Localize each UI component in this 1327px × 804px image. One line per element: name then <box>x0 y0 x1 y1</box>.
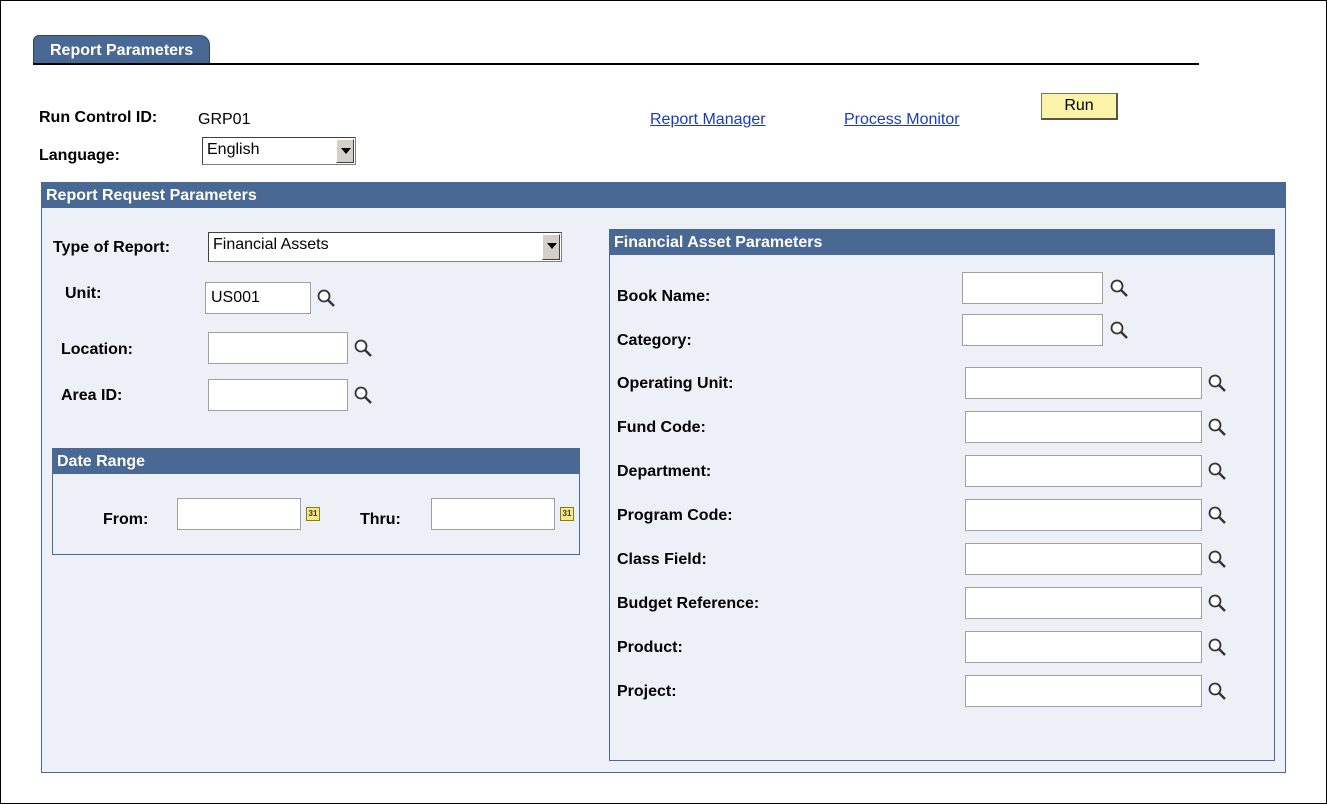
from-date-input[interactable] <box>177 498 301 530</box>
thru-label: Thru: <box>360 511 401 528</box>
magnifier-icon[interactable] <box>353 385 373 405</box>
chevron-down-icon[interactable] <box>336 139 354 163</box>
category-input[interactable] <box>962 314 1103 346</box>
calendar-icon[interactable]: 31 <box>306 507 320 521</box>
process-monitor-link[interactable]: Process Monitor <box>844 111 960 129</box>
class-field-input[interactable] <box>965 543 1202 575</box>
page-frame: Report Parameters Run Control ID: GRP01 … <box>0 0 1327 804</box>
magnifier-icon[interactable] <box>1207 461 1227 481</box>
magnifier-icon[interactable] <box>1109 320 1129 340</box>
class-field-label: Class Field: <box>617 551 707 568</box>
department-label: Department: <box>617 463 712 480</box>
unit-input[interactable]: US001 <box>205 282 311 314</box>
magnifier-icon[interactable] <box>316 288 336 308</box>
type-of-report-select[interactable]: Financial Assets <box>208 232 562 262</box>
unit-label: Unit: <box>65 285 102 302</box>
fund-code-input[interactable] <box>965 411 1202 443</box>
product-input[interactable] <box>965 631 1202 663</box>
fund-code-label: Fund Code: <box>617 419 706 436</box>
language-label: Language: <box>39 147 120 164</box>
magnifier-icon[interactable] <box>1207 505 1227 525</box>
language-select-value: English <box>207 141 260 158</box>
area-id-input[interactable] <box>208 379 348 411</box>
book-name-input[interactable] <box>962 272 1103 304</box>
operating-unit-input[interactable] <box>965 367 1202 399</box>
area-id-label: Area ID: <box>61 387 123 404</box>
magnifier-icon[interactable] <box>1207 417 1227 437</box>
program-code-input[interactable] <box>965 499 1202 531</box>
type-of-report-label: Type of Report: <box>53 239 171 256</box>
magnifier-icon[interactable] <box>1207 637 1227 657</box>
magnifier-icon[interactable] <box>1207 373 1227 393</box>
chevron-down-icon[interactable] <box>542 234 560 260</box>
budget-reference-label: Budget Reference: <box>617 595 760 612</box>
run-button[interactable]: Run <box>1041 93 1118 120</box>
report-manager-link[interactable]: Report Manager <box>650 111 766 129</box>
report-request-header: Report Request Parameters <box>42 183 1285 208</box>
magnifier-icon[interactable] <box>1207 593 1227 613</box>
financial-asset-header: Financial Asset Parameters <box>610 230 1274 255</box>
location-label: Location: <box>61 341 133 358</box>
magnifier-icon[interactable] <box>1207 681 1227 701</box>
magnifier-icon[interactable] <box>353 338 373 358</box>
operating-unit-label: Operating Unit: <box>617 375 734 392</box>
calendar-icon[interactable]: 31 <box>560 507 574 521</box>
thru-date-input[interactable] <box>431 498 555 530</box>
magnifier-icon[interactable] <box>1109 278 1129 298</box>
budget-reference-input[interactable] <box>965 587 1202 619</box>
project-input[interactable] <box>965 675 1202 707</box>
type-of-report-value: Financial Assets <box>213 236 329 253</box>
book-name-label: Book Name: <box>617 288 711 305</box>
program-code-label: Program Code: <box>617 507 733 524</box>
magnifier-icon[interactable] <box>1207 549 1227 569</box>
language-select[interactable]: English <box>202 137 356 165</box>
project-label: Project: <box>617 683 677 700</box>
tab-report-parameters[interactable]: Report Parameters <box>33 35 211 64</box>
tab-underline <box>33 63 1199 65</box>
run-control-label: Run Control ID: <box>39 109 158 126</box>
run-control-value: GRP01 <box>198 111 251 128</box>
department-input[interactable] <box>965 455 1202 487</box>
date-range-header: Date Range <box>53 449 579 474</box>
location-input[interactable] <box>208 332 348 364</box>
category-label: Category: <box>617 332 692 349</box>
product-label: Product: <box>617 639 683 656</box>
from-label: From: <box>103 511 149 528</box>
